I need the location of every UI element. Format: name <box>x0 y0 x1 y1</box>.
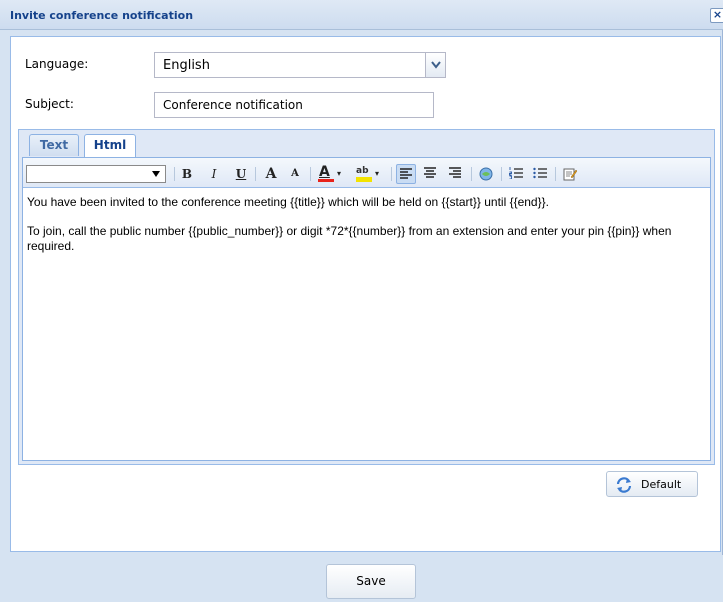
paragraph-join-instructions: To join, call the public number {{public… <box>27 224 672 253</box>
editor-toolbar: B I U A A A ▾ ab ▾ <box>23 158 710 188</box>
font-color-swatch <box>318 179 334 182</box>
dialog-window: Invite conference notification × Languag… <box>0 0 723 602</box>
bold-icon[interactable]: B <box>177 164 197 184</box>
editor-content[interactable]: You have been invited to the conference … <box>27 195 707 268</box>
save-button[interactable]: Save <box>326 564 416 599</box>
subject-label: Subject: <box>25 97 74 111</box>
align-right-icon[interactable] <box>446 164 466 184</box>
unordered-list-icon[interactable] <box>530 164 550 184</box>
tab-text[interactable]: Text <box>29 134 79 156</box>
toolbar-separator <box>174 167 175 181</box>
close-icon[interactable]: × <box>710 8 723 23</box>
chevron-down-icon: ▾ <box>375 169 380 178</box>
source-edit-icon[interactable] <box>560 164 580 184</box>
toolbar-separator <box>391 167 392 181</box>
form-panel: Language: English Subject: Conference no… <box>10 36 721 552</box>
default-button-label: Default <box>641 478 682 491</box>
ordered-list-icon[interactable] <box>506 164 526 184</box>
highlight-color-button[interactable]: ab ▾ <box>353 164 385 184</box>
toolbar-separator <box>255 167 256 181</box>
language-select[interactable]: English <box>154 52 446 78</box>
grow-font-icon[interactable]: A <box>261 164 281 184</box>
shrink-font-icon[interactable]: A <box>285 164 305 184</box>
body-tabpanel: Text Html B I U A A A ▾ ab ▾ You have be… <box>18 129 715 465</box>
italic-icon[interactable]: I <box>204 164 224 184</box>
font-color-button[interactable]: A ▾ <box>315 164 347 184</box>
paragraph-invitation: You have been invited to the conference … <box>27 195 549 209</box>
tab-html[interactable]: Html <box>84 134 136 157</box>
toolbar-separator <box>501 167 502 181</box>
insert-link-icon[interactable] <box>476 164 496 184</box>
align-left-icon[interactable] <box>396 164 416 184</box>
toolbar-separator <box>310 167 311 181</box>
chevron-down-icon[interactable] <box>425 53 445 77</box>
html-editor: B I U A A A ▾ ab ▾ You have been invited… <box>22 157 711 461</box>
font-family-select[interactable] <box>26 165 166 183</box>
language-label: Language: <box>25 57 89 71</box>
language-value: English <box>163 58 210 73</box>
align-center-icon[interactable] <box>421 164 441 184</box>
default-button[interactable]: Default <box>606 471 698 497</box>
underline-icon[interactable]: U <box>231 164 251 184</box>
toolbar-separator <box>471 167 472 181</box>
chevron-down-icon: ▾ <box>337 169 342 178</box>
dialog-title: Invite conference notification <box>10 9 194 22</box>
subject-value: Conference notification <box>163 98 303 112</box>
toolbar-separator <box>555 167 556 181</box>
subject-field[interactable]: Conference notification <box>154 92 434 118</box>
highlight-color-swatch <box>356 177 372 182</box>
dropdown-arrow-icon <box>152 171 160 177</box>
refresh-icon <box>616 477 632 493</box>
title-bar[interactable]: Invite conference notification × <box>0 0 723 30</box>
